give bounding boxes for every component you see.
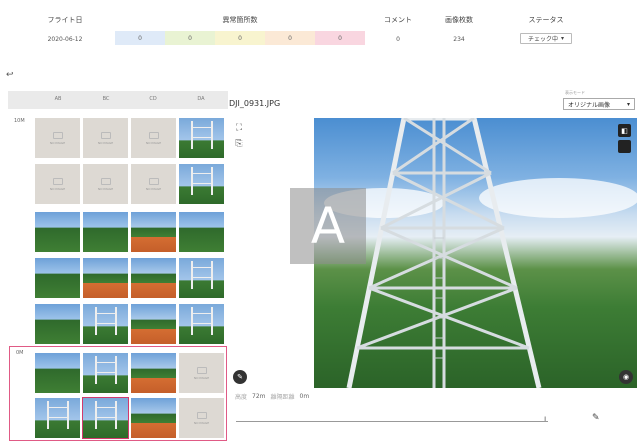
thumbnail-placeholder[interactable]: NO IMAGE xyxy=(131,118,176,158)
placeholder-text: NO IMAGE xyxy=(145,140,162,145)
expand-icon[interactable]: ⛶ xyxy=(233,122,245,134)
status-value: チェック中 xyxy=(527,36,558,43)
anomaly-count-box[interactable]: 0 xyxy=(265,31,315,45)
thumbnail-image[interactable] xyxy=(83,212,128,252)
thumbnail-image[interactable] xyxy=(131,304,176,344)
thumbnail-image[interactable] xyxy=(35,258,80,298)
dark-swatch-button[interactable] xyxy=(618,140,631,153)
thumbnail-placeholder[interactable]: NO IMAGE xyxy=(83,118,128,158)
image-placeholder-icon xyxy=(52,177,63,185)
tower-shape xyxy=(190,261,213,290)
inspection-app: フライト日 異常箇所数 コメント 画像枚数 ステータス 2020-06-12 0… xyxy=(0,0,640,441)
chevron-down-icon: ▾ xyxy=(561,35,565,42)
thumbnail-image[interactable] xyxy=(131,258,176,298)
flight-date-label: フライト日 xyxy=(47,16,83,24)
tower-shape xyxy=(190,307,213,336)
thumbnail-image[interactable] xyxy=(35,304,80,344)
tower-shape xyxy=(46,401,69,430)
comment-label: コメント xyxy=(384,16,412,24)
row-label-10m: 10M xyxy=(14,118,25,124)
overlay-letter: A xyxy=(310,197,346,255)
tower-shape xyxy=(94,401,117,430)
image-placeholder-icon xyxy=(196,411,207,419)
thumbnail-placeholder[interactable]: NO IMAGE xyxy=(83,164,128,204)
placeholder-text: NO IMAGE xyxy=(97,186,114,191)
main-image-viewer[interactable]: A ⛶ ⎘ ✎ ◉ ◧ xyxy=(229,118,637,388)
camera-icon[interactable]: ◧ xyxy=(618,124,631,137)
thumbnail-image[interactable] xyxy=(179,118,224,158)
thumbnail-image[interactable] xyxy=(35,398,80,438)
thumbnail-placeholder[interactable]: NO IMAGE xyxy=(179,353,224,393)
thumbnail-image[interactable] xyxy=(131,353,176,393)
comment-icon[interactable]: ✎ xyxy=(233,370,247,384)
placeholder-text: NO IMAGE xyxy=(49,186,66,191)
thumbnail-image[interactable] xyxy=(179,164,224,204)
altitude-label: 高度 xyxy=(235,394,248,401)
anomaly-count-box[interactable]: 0 xyxy=(215,31,265,45)
tower-shape xyxy=(190,167,213,196)
status-select[interactable]: チェック中 ▾ xyxy=(520,33,572,44)
image-placeholder-icon xyxy=(100,131,111,139)
slider-handle[interactable]: ı xyxy=(544,414,546,423)
thumbnail-image[interactable] xyxy=(131,212,176,252)
placeholder-text: NO IMAGE xyxy=(49,140,66,145)
display-mode-value: オリジナル画像 xyxy=(568,101,611,109)
tower-shape xyxy=(190,121,213,150)
thumbnail-placeholder[interactable]: NO IMAGE xyxy=(35,118,80,158)
thumbnail-image[interactable] xyxy=(179,258,224,298)
column-header-bc[interactable]: BC xyxy=(86,96,126,102)
thumbnail-placeholder[interactable]: NO IMAGE xyxy=(35,164,80,204)
column-header-ab[interactable]: AB xyxy=(38,96,78,102)
thumbnail-image[interactable] xyxy=(35,212,80,252)
annotation-overlay[interactable]: A xyxy=(290,188,366,264)
thumbnail-image[interactable] xyxy=(35,353,80,393)
column-header-da[interactable]: DA xyxy=(181,96,221,102)
anomaly-count-box[interactable]: 0 xyxy=(165,31,215,45)
thumbnail-image[interactable] xyxy=(83,258,128,298)
display-mode-select[interactable]: オリジナル画像 ▾ xyxy=(563,98,635,110)
placeholder-text: NO IMAGE xyxy=(97,140,114,145)
image-metadata: 高度 72m 離隔距離 0m xyxy=(235,392,309,401)
anomaly-count-box[interactable]: 0 xyxy=(115,31,165,45)
thumbnail-image[interactable] xyxy=(179,304,224,344)
tower-shape xyxy=(94,307,117,336)
thumbnail-placeholder[interactable]: NO IMAGE xyxy=(179,398,224,438)
image-placeholder-icon xyxy=(196,366,207,374)
image-count: 234 xyxy=(453,36,465,43)
comment-count: 0 xyxy=(396,36,400,43)
image-placeholder-icon xyxy=(52,131,63,139)
thumbnail-image[interactable] xyxy=(83,304,128,344)
distance-label: 離隔距離 xyxy=(270,394,295,401)
placeholder-text: NO IMAGE xyxy=(193,375,210,380)
pencil-icon[interactable]: ✎ xyxy=(592,413,600,423)
image-swap-icon[interactable]: ⎘ xyxy=(233,138,245,150)
column-header-cd[interactable]: CD xyxy=(133,96,173,102)
display-mode-label: 表示モード xyxy=(565,90,585,95)
placeholder-text: NO IMAGE xyxy=(145,186,162,191)
location-icon[interactable]: ◉ xyxy=(619,370,633,384)
image-slider-track[interactable] xyxy=(236,421,548,422)
thumbnail-image[interactable] xyxy=(179,212,224,252)
thumbnail-image[interactable] xyxy=(83,353,128,393)
anomaly-label: 異常箇所数 xyxy=(222,16,258,24)
thumbnail-placeholder[interactable]: NO IMAGE xyxy=(131,164,176,204)
chevron-down-icon: ▾ xyxy=(626,100,630,108)
image-placeholder-icon xyxy=(148,177,159,185)
placeholder-text: NO IMAGE xyxy=(193,420,210,425)
image-placeholder-icon xyxy=(100,177,111,185)
tower-shape xyxy=(94,356,117,385)
back-arrow-icon[interactable]: ↩ xyxy=(6,70,14,80)
distance-value: 0m xyxy=(299,393,310,400)
file-name: DJI_0931.JPG xyxy=(229,99,281,108)
thumbnail-image[interactable] xyxy=(131,398,176,438)
status-label: ステータス xyxy=(528,16,564,24)
thumbnail-image[interactable] xyxy=(82,397,129,439)
altitude-value: 72m xyxy=(252,393,266,400)
flight-date-value: 2020-06-12 xyxy=(47,36,83,43)
anomaly-count-box[interactable]: 0 xyxy=(315,31,365,45)
image-placeholder-icon xyxy=(148,131,159,139)
image-count-label: 画像枚数 xyxy=(445,16,473,24)
